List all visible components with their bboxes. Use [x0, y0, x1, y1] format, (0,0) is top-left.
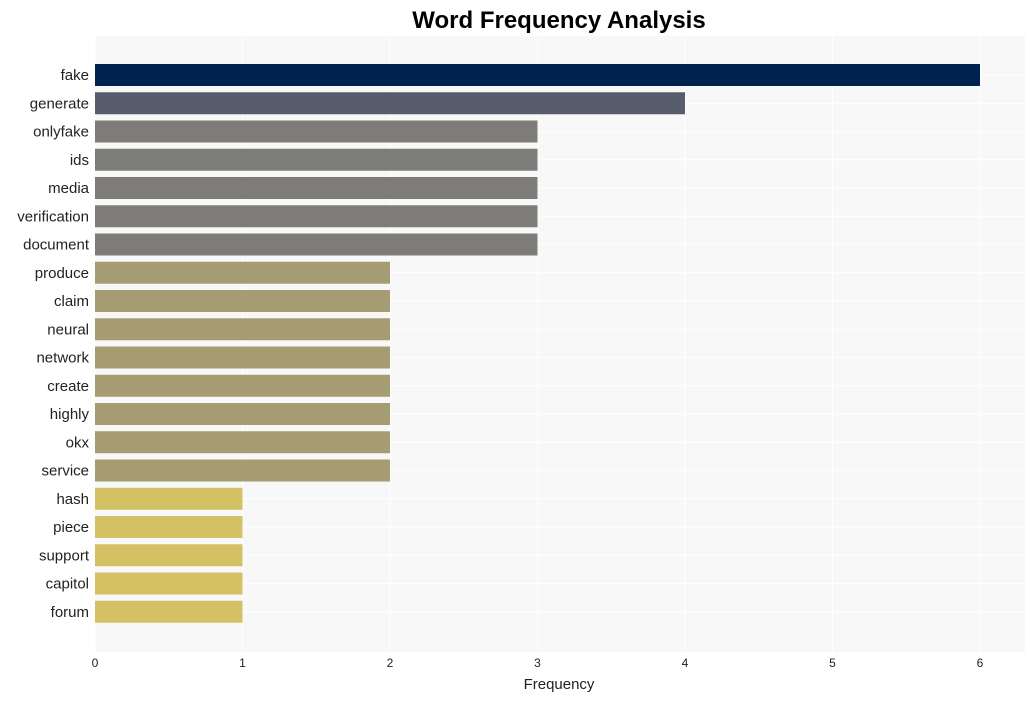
- y-tick-label: service: [41, 463, 89, 480]
- bar-capitol: [95, 572, 243, 595]
- y-tick-label: network: [36, 350, 89, 367]
- y-tick-label: highly: [50, 406, 90, 423]
- bar-ids: [95, 148, 538, 171]
- y-tick-label: produce: [35, 265, 89, 282]
- y-tick-label: hash: [56, 491, 89, 508]
- y-tick-label: claim: [54, 293, 89, 310]
- bar-hash: [95, 487, 243, 510]
- bar-service: [95, 459, 390, 482]
- y-tick-label: onlyfake: [33, 124, 89, 141]
- y-tick-label: fake: [61, 67, 89, 84]
- x-tick-label: 0: [92, 656, 99, 670]
- y-tick-label: create: [47, 378, 89, 395]
- y-tick-label: generate: [30, 95, 89, 112]
- bar-neural: [95, 318, 390, 341]
- y-tick-label: forum: [51, 604, 89, 621]
- bar-fake: [95, 64, 980, 86]
- x-axis-label: Frequency: [524, 676, 595, 693]
- bar-produce: [95, 261, 390, 284]
- bar-highly: [95, 403, 390, 425]
- x-tick-label: 2: [387, 656, 394, 670]
- y-tick-label: ids: [70, 152, 89, 169]
- bar-verification: [95, 205, 538, 228]
- bar-forum: [95, 600, 243, 623]
- y-tick-label: neural: [47, 321, 89, 338]
- bar-piece: [95, 516, 243, 538]
- x-tick-label: 5: [829, 656, 836, 670]
- y-tick-label: okx: [66, 434, 90, 451]
- bar-support: [95, 544, 243, 567]
- bar-media: [95, 177, 538, 199]
- bar-okx: [95, 431, 390, 454]
- chart-title: Word Frequency Analysis: [412, 7, 705, 34]
- y-tick-label: media: [48, 180, 90, 197]
- bar-network: [95, 346, 390, 369]
- bar-document: [95, 233, 538, 256]
- y-tick-label: capitol: [46, 576, 89, 593]
- x-tick-label: 1: [239, 656, 246, 670]
- x-tick-label: 6: [977, 656, 984, 670]
- bar-create: [95, 374, 390, 397]
- y-tick-label: verification: [17, 208, 89, 225]
- bar-claim: [95, 290, 390, 312]
- x-tick-label: 4: [682, 656, 689, 670]
- x-tick-label: 3: [534, 656, 541, 670]
- y-tick-label: document: [23, 237, 90, 254]
- y-tick-label: support: [39, 547, 90, 564]
- word-frequency-chart: Word Frequency Analysis fake generate only…: [17, 7, 1025, 693]
- bar-onlyfake: [95, 120, 538, 143]
- y-tick-label: piece: [53, 519, 89, 536]
- bar-generate: [95, 92, 685, 115]
